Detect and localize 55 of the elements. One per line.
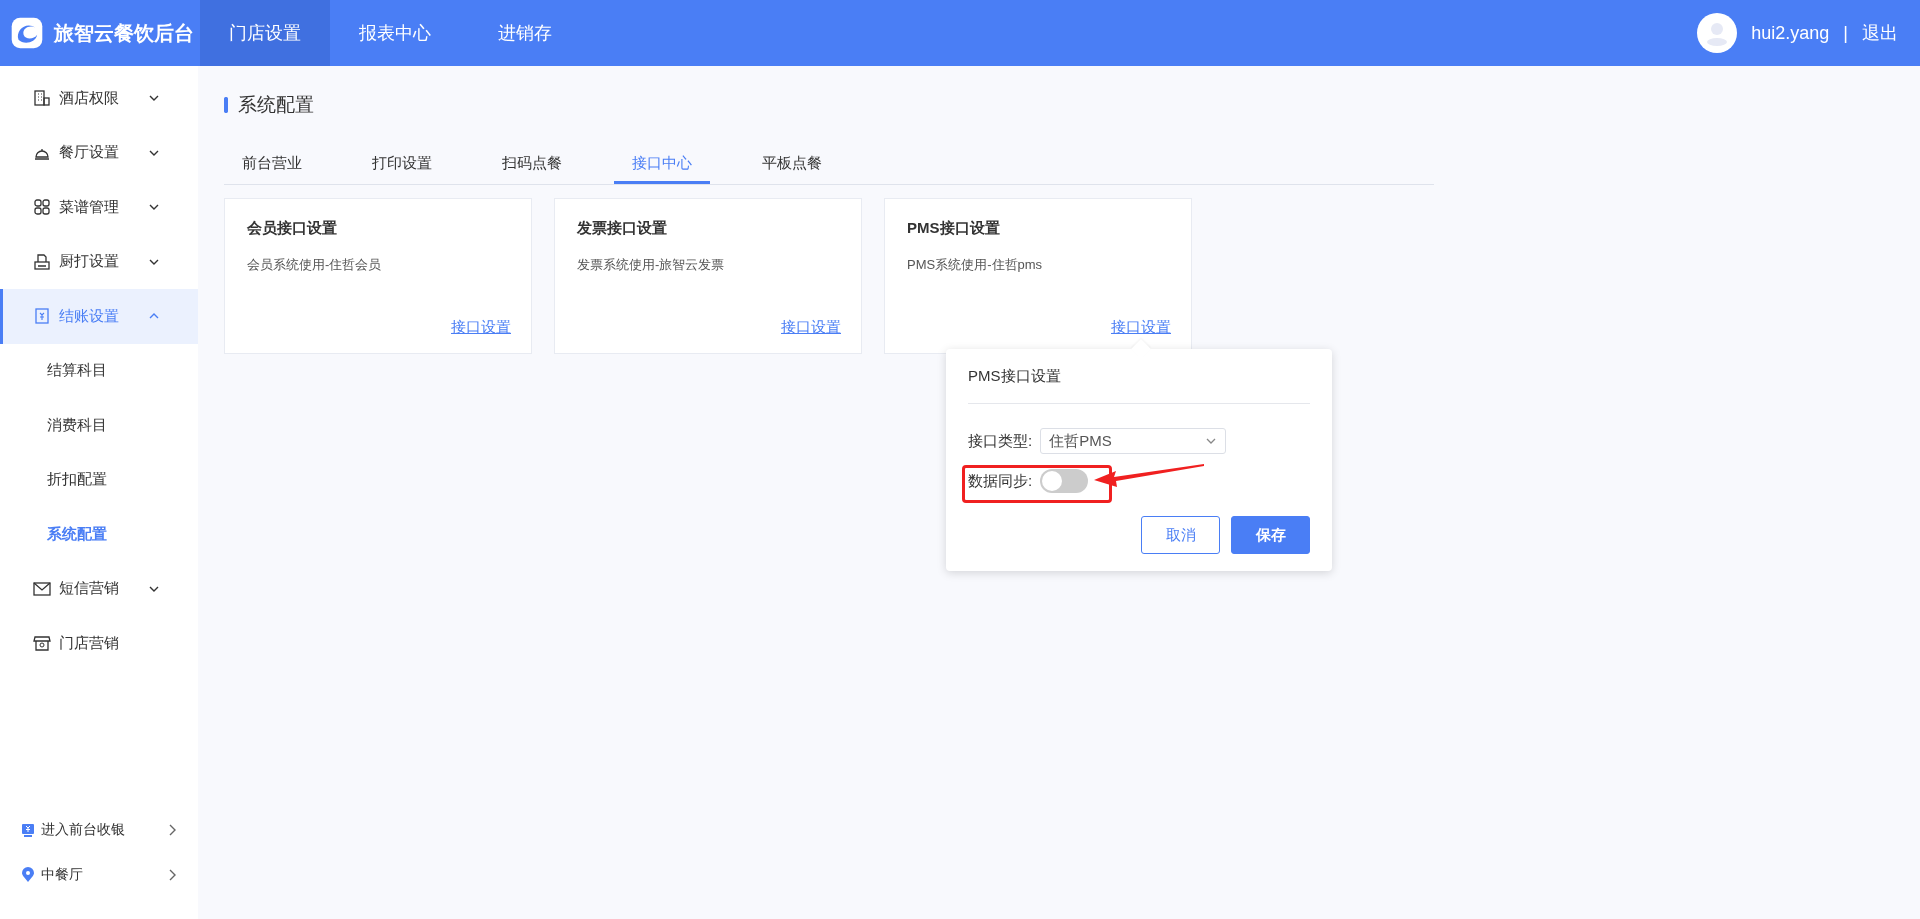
location-pin-icon [21,866,35,883]
building-icon [33,89,51,108]
card-title: 会员接口设置 [247,219,338,238]
shop-icon [33,634,51,653]
toggle-switch[interactable] [1040,469,1089,493]
nav-tab[interactable]: 进销存 [460,0,590,66]
card-description: 发票系统使用-旅智云发票 [577,256,726,274]
sidebar-item[interactable]: 短信营销 [0,561,198,616]
page-title: 系统配置 [238,93,314,117]
tab[interactable]: 平板点餐 [744,146,840,184]
logout-link[interactable]: 退出 [1862,21,1898,45]
receipt-icon [33,307,51,326]
settings-link[interactable]: 接口设置 [451,318,511,337]
sidebar-link[interactable]: 进入前台收银 [0,807,198,852]
separator: | [1843,22,1848,44]
field-label: 接口类型: [968,431,1033,451]
cashier-icon [21,821,35,838]
logo-icon [10,16,44,50]
sidebar-item[interactable]: 门店营销 [0,616,198,671]
card-description: PMS系统使用-住哲pms [907,256,1044,274]
tab[interactable]: 接口中心 [614,146,710,184]
card-title: PMS接口设置 [907,219,1001,238]
sidebar-subitem[interactable]: 消费科目 [0,398,198,453]
sidebar-item[interactable]: 结账设置 [0,289,198,344]
sidebar-subitem[interactable]: 折扣配置 [0,452,198,507]
card-description: 会员系统使用-住哲会员 [247,256,383,274]
sidebar-item[interactable]: 菜谱管理 [0,180,198,235]
chevron-right-icon [168,822,178,837]
sidebar-subitem[interactable]: 结算科目 [0,343,198,398]
card-title: 发票接口设置 [577,219,668,238]
select-field[interactable]: 住哲PMS [1040,428,1227,454]
popover-title: PMS接口设置 [968,349,1310,404]
sidebar-item[interactable]: 餐厅设置 [0,125,198,180]
grid-icon [33,198,51,217]
field-label: 数据同步: [968,471,1033,491]
chevron-right-icon [168,867,178,882]
sidebar-subitem[interactable]: 系统配置 [0,507,198,562]
username: hui2.yang [1751,22,1830,44]
title-accent [224,97,228,113]
cancel-button[interactable]: 取消 [1141,516,1220,554]
tab[interactable]: 前台营业 [224,146,320,184]
printer-icon [33,252,51,271]
nav-tab[interactable]: 门店设置 [200,0,330,66]
settings-link[interactable]: 接口设置 [1111,318,1171,337]
sidebar-item[interactable]: 厨打设置 [0,234,198,289]
tab[interactable]: 扫码点餐 [484,146,580,184]
avatar-icon [1697,13,1738,53]
tab[interactable]: 打印设置 [354,146,450,184]
sidebar-link[interactable]: 中餐厅 [0,852,198,897]
mail-icon [33,579,51,598]
sidebar-item[interactable]: 酒店权限 [0,71,198,126]
brand-name: 旅智云餐饮后台 [54,20,194,46]
save-button[interactable]: 保存 [1231,516,1310,554]
nav-tab[interactable]: 报表中心 [330,0,460,66]
settings-link[interactable]: 接口设置 [781,318,841,337]
